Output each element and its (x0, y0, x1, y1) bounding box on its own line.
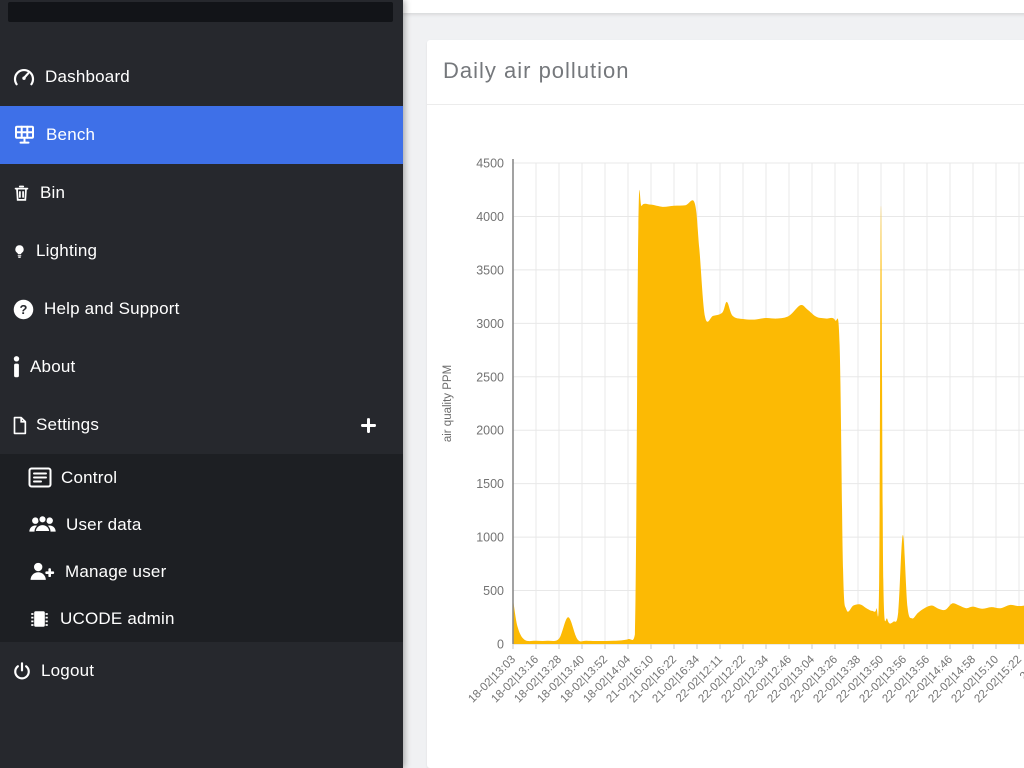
y-axis-tick-label: 3000 (476, 317, 504, 331)
y-axis-title: air quality PPM (442, 365, 454, 442)
sidebar-item-dashboard[interactable]: Dashboard (0, 48, 403, 106)
microchip-icon (28, 608, 51, 630)
air-pollution-chart: 05001000150020002500300035004000450018-0… (427, 105, 1024, 753)
sidebar-item-lighting[interactable]: Lighting (0, 222, 403, 280)
info-icon (12, 356, 21, 378)
sidebar-nav: Dashboard Bench Bin Lighting? Help and Suppo… (0, 22, 403, 700)
sidebar-item-label: Control (61, 468, 117, 488)
sidebar-item-label: Lighting (36, 241, 97, 261)
app-window: Dashboard Bench Bin Lighting? Help and Suppo… (0, 0, 1024, 768)
sidebar-brand (8, 2, 393, 22)
y-axis-tick-label: 4500 (476, 157, 504, 171)
top-navbar (403, 0, 1024, 13)
question-circle-icon: ? (12, 298, 35, 321)
list-icon (28, 467, 52, 488)
y-axis-tick-label: 2000 (476, 424, 504, 438)
power-icon (12, 660, 32, 682)
y-axis-tick-label: 4000 (476, 210, 504, 224)
lightbulb-icon (12, 239, 27, 263)
sidebar-item-label: UCODE admin (60, 609, 175, 629)
sidebar-item-ucode-admin[interactable]: UCODE admin (0, 595, 403, 642)
sidebar-item-control[interactable]: Control (0, 454, 403, 501)
sidebar-item-settings[interactable]: Settings (0, 396, 403, 454)
settings-submenu: Control User data Manage user UCODE admin (0, 454, 403, 642)
y-axis-tick-label: 500 (483, 584, 504, 598)
y-axis-tick-label: 1000 (476, 531, 504, 545)
sidebar-item-help-and-support[interactable]: ? Help and Support (0, 280, 403, 338)
sidebar-item-label: Manage user (65, 562, 166, 582)
y-axis-tick-label: 2500 (476, 370, 504, 384)
sidebar-item-label: Logout (41, 661, 94, 681)
chart-card: Daily air pollution 0 500 1000 1500 2000 2500… (427, 40, 1024, 768)
y-axis-tick-label: 1500 (476, 477, 504, 491)
sidebar-item-logout[interactable]: Logout (0, 642, 403, 700)
sidebar-item-label: User data (66, 515, 142, 535)
card-body: 05001000150020002500300035004000450018-0… (427, 105, 1024, 753)
plus-icon[interactable] (360, 417, 377, 434)
sidebar-item-label: Bin (40, 183, 65, 203)
sidebar-item-label: Settings (36, 415, 99, 435)
sidebar-item-bin[interactable]: Bin (0, 164, 403, 222)
sidebar-item-label: Bench (46, 125, 95, 145)
card-title: Daily air pollution (443, 58, 1024, 84)
sidebar-item-manage-user[interactable]: Manage user (0, 548, 403, 595)
main-content: Daily air pollution 0 500 1000 1500 2000 2500… (403, 0, 1024, 768)
y-axis-tick-label: 0 (497, 638, 504, 652)
trash-icon (12, 181, 31, 205)
solar-panel-icon (12, 123, 37, 147)
user-plus-icon (28, 561, 56, 582)
file-icon (12, 415, 27, 436)
card-header: Daily air pollution (427, 40, 1024, 105)
sidebar-item-bench[interactable]: Bench (0, 106, 403, 164)
svg-text:?: ? (19, 302, 27, 317)
sidebar-item-label: Help and Support (44, 299, 180, 319)
sidebar-item-about[interactable]: About (0, 338, 403, 396)
sidebar: Dashboard Bench Bin Lighting? Help and Suppo… (0, 0, 403, 768)
gauge-icon (12, 65, 36, 89)
users-icon (28, 514, 57, 535)
y-axis-tick-label: 3500 (476, 263, 504, 277)
sidebar-item-user-data[interactable]: User data (0, 501, 403, 548)
sidebar-item-label: About (30, 357, 75, 377)
sidebar-item-label: Dashboard (45, 67, 130, 87)
